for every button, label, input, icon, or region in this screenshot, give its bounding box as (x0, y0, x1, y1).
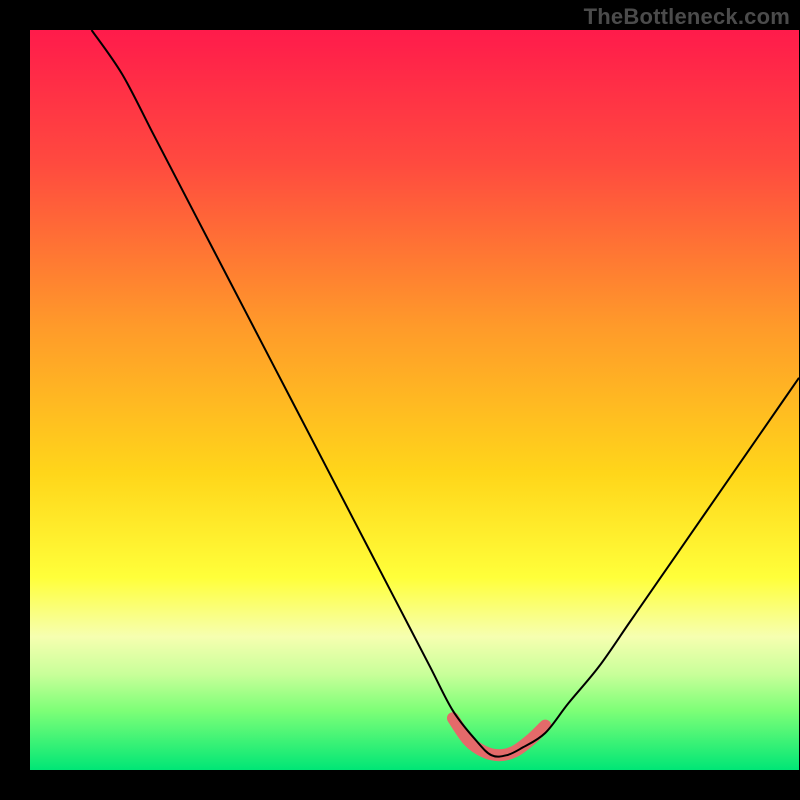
chart-frame: TheBottleneck.com (0, 0, 800, 800)
plot-area (30, 30, 799, 770)
bottleneck-chart (30, 30, 799, 770)
gradient-background (30, 30, 799, 770)
watermark-text: TheBottleneck.com (584, 4, 790, 30)
